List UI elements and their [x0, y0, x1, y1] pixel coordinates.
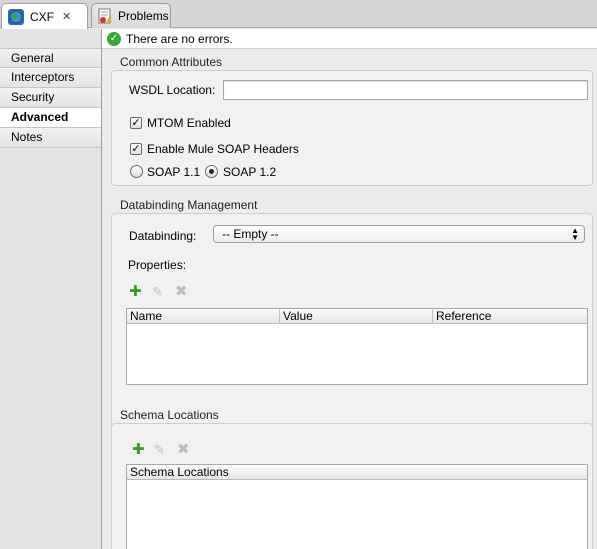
check-icon: ✓: [107, 31, 121, 46]
sidebar-item-security[interactable]: Security: [0, 88, 101, 108]
properties-table[interactable]: Name Value Reference: [126, 308, 588, 385]
soap11-label: SOAP 1.1: [147, 165, 201, 179]
sidebar-item-advanced[interactable]: Advanced: [0, 108, 101, 128]
advanced-page: Common Attributes WSDL Location: ✓ MTOM …: [103, 50, 597, 549]
column-header-schema-locations[interactable]: Schema Locations: [127, 465, 587, 480]
globe-icon: [8, 8, 24, 25]
status-bar: ✓ There are no errors.: [102, 29, 597, 49]
sidebar-item-general[interactable]: General: [0, 48, 101, 68]
wsdl-location-input[interactable]: [223, 80, 588, 100]
mtom-enabled-label: MTOM Enabled: [147, 116, 231, 130]
schema-locations-table-header: Schema Locations: [127, 465, 587, 480]
tab-cxf[interactable]: CXF ✕: [1, 3, 88, 29]
databinding-select[interactable]: -- Empty -- ▲ ▼: [213, 225, 585, 243]
mule-soap-headers-checkbox[interactable]: ✓: [130, 143, 142, 155]
sidebar-item-notes[interactable]: Notes: [0, 128, 101, 148]
sidebar-item-interceptors[interactable]: Interceptors: [0, 68, 101, 88]
column-header-reference[interactable]: Reference: [433, 309, 587, 324]
properties-label: Properties:: [128, 258, 187, 272]
edit-schema-icon[interactable]: ✎: [154, 443, 165, 457]
common-attributes-title: Common Attributes: [120, 55, 223, 69]
databinding-title: Databinding Management: [120, 198, 258, 212]
edit-property-icon[interactable]: ✎: [152, 285, 163, 299]
close-tab-icon[interactable]: ✕: [62, 10, 71, 23]
column-header-value[interactable]: Value: [280, 309, 433, 324]
properties-table-header: Name Value Reference: [127, 309, 587, 324]
databinding-select-value: -- Empty --: [222, 227, 279, 241]
wsdl-location-label: WSDL Location:: [129, 83, 216, 97]
editor-tab-bar: CXF ✕ Problems: [0, 0, 597, 29]
mule-soap-headers-label: Enable Mule SOAP Headers: [147, 142, 299, 156]
sidebar: General Interceptors Security Advanced N…: [0, 29, 102, 549]
soap12-radio[interactable]: [205, 165, 218, 178]
schema-locations-panel: ✚ ✎ ✖ Schema Locations: [111, 423, 593, 549]
tab-problems-label: Problems: [118, 9, 169, 23]
mtom-enabled-checkbox[interactable]: ✓: [130, 117, 142, 129]
delete-property-icon[interactable]: ✖: [175, 284, 188, 299]
schema-locations-title: Schema Locations: [120, 408, 219, 422]
databinding-label: Databinding:: [129, 229, 197, 243]
tab-cxf-label: CXF: [30, 9, 54, 24]
add-property-icon[interactable]: ✚: [129, 284, 142, 299]
schema-locations-table[interactable]: Schema Locations: [126, 464, 588, 549]
status-text: There are no errors.: [126, 31, 233, 46]
column-header-name[interactable]: Name: [127, 309, 280, 324]
tab-problems[interactable]: Problems: [91, 3, 171, 28]
add-schema-icon[interactable]: ✚: [132, 442, 145, 457]
soap11-radio[interactable]: [130, 165, 143, 178]
problems-icon: [98, 8, 112, 24]
common-attributes-panel: WSDL Location: ✓ MTOM Enabled ✓ Enable M…: [111, 70, 593, 186]
select-arrows-icon: ▲ ▼: [571, 226, 579, 242]
delete-schema-icon[interactable]: ✖: [177, 442, 190, 457]
soap12-label: SOAP 1.2: [223, 165, 277, 179]
